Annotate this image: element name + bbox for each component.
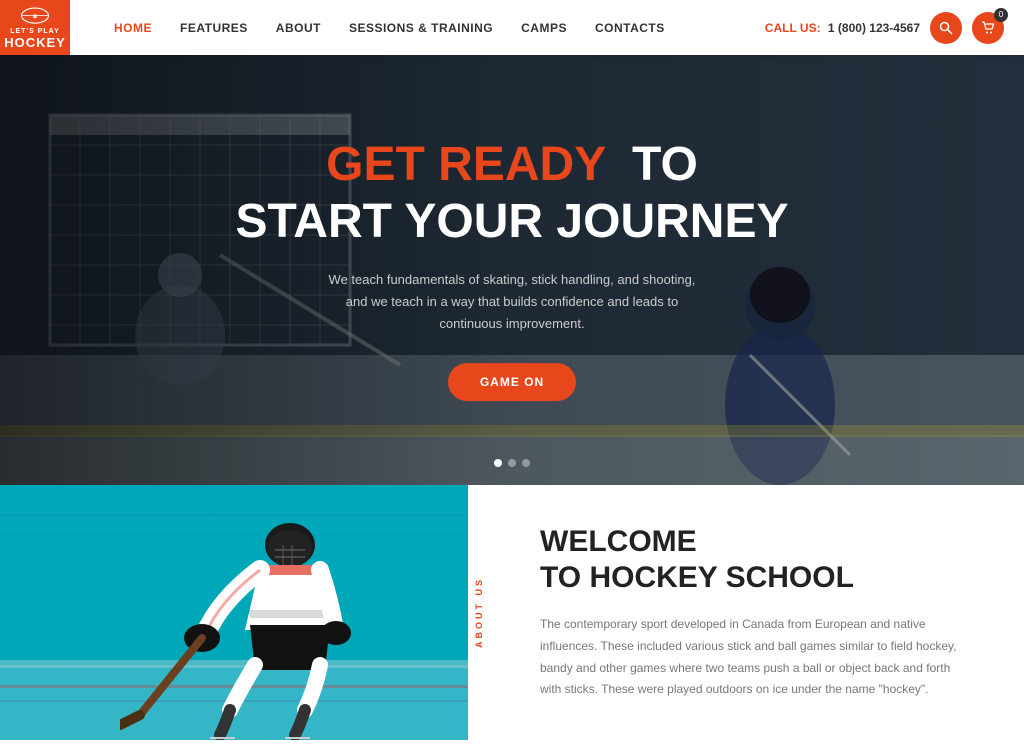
header-right: CALL US: 1 (800) 123-4567 0 (765, 12, 1004, 44)
cart-badge: 0 (994, 8, 1008, 22)
svg-text:❄: ❄ (32, 13, 37, 20)
hero-dot-3[interactable] (522, 459, 530, 467)
nav-sessions[interactable]: SESSIONS & TRAINING (335, 0, 507, 55)
main-nav: HOME FEATURES ABOUT SESSIONS & TRAINING … (100, 0, 765, 55)
nav-home[interactable]: HOME (100, 0, 166, 55)
search-icon (939, 21, 953, 35)
call-us: CALL US: 1 (800) 123-4567 (765, 21, 920, 35)
nav-contacts[interactable]: CONTACTS (581, 0, 679, 55)
hero-dots (494, 459, 530, 467)
about-title-line1: WELCOME (540, 525, 697, 558)
nav-camps[interactable]: CAMPS (507, 0, 581, 55)
nav-about[interactable]: ABOUT (262, 0, 335, 55)
about-title: WELCOME TO HOCKEY SCHOOL (540, 524, 974, 596)
hero-dot-2[interactable] (508, 459, 516, 467)
hero-dot-1[interactable] (494, 459, 502, 467)
hero-cta-button[interactable]: GAME ON (448, 363, 576, 401)
phone-number: 1 (800) 123-4567 (828, 21, 920, 35)
cart-button[interactable]: 0 (972, 12, 1004, 44)
cart-icon (981, 21, 995, 35)
search-button[interactable] (930, 12, 962, 44)
hero-content: GET READY TO START YOUR JOURNEY We teach… (212, 139, 812, 401)
hero-subtitle: We teach fundamentals of skating, stick … (322, 269, 702, 335)
logo-hockey: HOCKEY (4, 35, 66, 50)
nav-features[interactable]: FEATURES (166, 0, 262, 55)
about-title-line2: TO HOCKEY SCHOOL (540, 561, 854, 594)
about-left: ABOUT US (0, 485, 490, 740)
about-player-svg (120, 500, 400, 740)
vertical-label-container: ABOUT US (468, 485, 490, 740)
hero-title-highlight: GET READY (326, 138, 605, 191)
about-body: The contemporary sport developed in Cana… (540, 614, 974, 700)
hero-title-rest: TO (632, 138, 698, 191)
about-section: ABOUT US WELCOME TO HOCKEY SCHOOL The co… (0, 485, 1024, 740)
logo-lets: LET'S PLAY (10, 28, 60, 35)
hero-title-line1: GET READY TO (212, 139, 812, 192)
call-us-label: CALL US: (765, 21, 821, 35)
main-header: ❄ LET'S PLAY HOCKEY HOME FEATURES ABOUT … (0, 0, 1024, 55)
hero-section: GET READY TO START YOUR JOURNEY We teach… (0, 55, 1024, 485)
hero-title-line2: START YOUR JOURNEY (212, 196, 812, 249)
about-vertical-label: ABOUT US (474, 577, 484, 648)
logo[interactable]: ❄ LET'S PLAY HOCKEY (0, 0, 70, 55)
about-right: WELCOME TO HOCKEY SCHOOL The contemporar… (490, 485, 1024, 740)
